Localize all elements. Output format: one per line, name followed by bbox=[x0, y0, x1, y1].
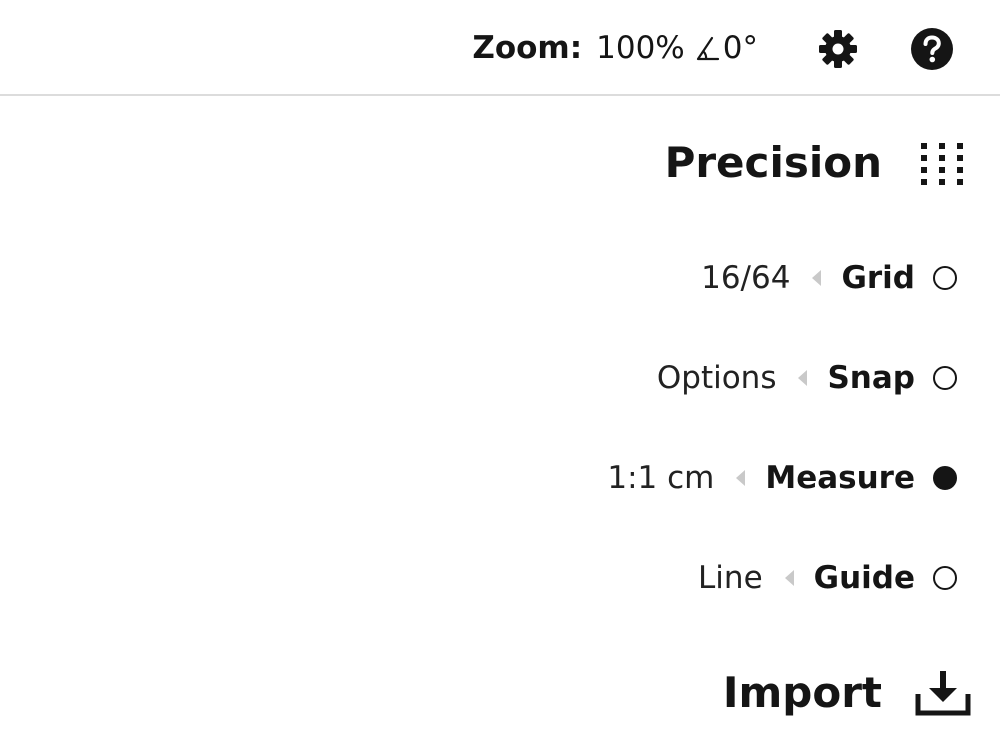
option-guide[interactable]: Line Guide bbox=[698, 556, 957, 600]
guide-value[interactable]: Line bbox=[698, 560, 763, 596]
guide-label: Guide bbox=[813, 560, 915, 596]
caret-left-icon bbox=[736, 470, 746, 486]
caret-left-icon bbox=[784, 570, 794, 586]
grid-dots-icon[interactable] bbox=[919, 141, 965, 187]
measure-value[interactable]: 1:1 cm bbox=[607, 460, 714, 496]
grid-radio[interactable] bbox=[933, 266, 957, 290]
option-snap[interactable]: Options Snap bbox=[657, 356, 957, 400]
zoom-indicator[interactable]: Zoom: 100% 0° bbox=[472, 28, 758, 68]
measure-radio[interactable] bbox=[933, 466, 957, 490]
caret-left-icon bbox=[798, 370, 808, 386]
zoom-label: Zoom: bbox=[472, 30, 583, 66]
help-icon[interactable] bbox=[910, 27, 954, 71]
caret-left-icon bbox=[812, 270, 822, 286]
measure-label: Measure bbox=[765, 460, 915, 496]
precision-title: Precision bbox=[664, 138, 882, 187]
gear-icon[interactable] bbox=[816, 27, 860, 71]
import-title: Import bbox=[722, 668, 882, 717]
snap-label: Snap bbox=[827, 360, 915, 396]
option-grid[interactable]: 16/64 Grid bbox=[701, 256, 957, 300]
snap-value[interactable]: Options bbox=[657, 360, 777, 396]
option-measure[interactable]: 1:1 cm Measure bbox=[607, 456, 957, 500]
download-icon[interactable] bbox=[914, 668, 972, 718]
zoom-value: 100% bbox=[596, 30, 685, 66]
angle-icon bbox=[696, 36, 719, 61]
grid-label: Grid bbox=[841, 260, 915, 296]
rotation-value: 0° bbox=[722, 30, 758, 66]
guide-radio[interactable] bbox=[933, 566, 957, 590]
top-toolbar: Zoom: 100% 0° bbox=[0, 0, 1000, 96]
grid-value[interactable]: 16/64 bbox=[701, 260, 790, 296]
snap-radio[interactable] bbox=[933, 366, 957, 390]
